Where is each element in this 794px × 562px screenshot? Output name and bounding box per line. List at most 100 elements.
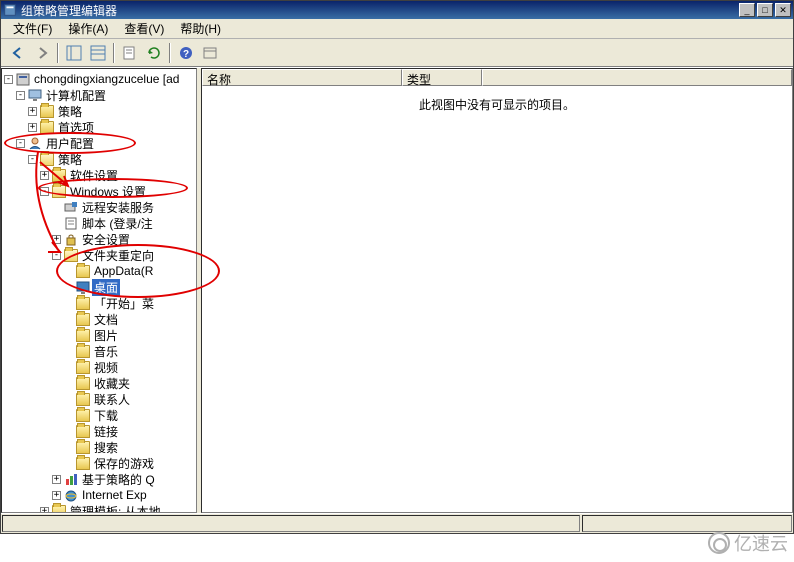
- tree-item[interactable]: 远程安装服务: [4, 199, 194, 215]
- expander-icon[interactable]: +: [40, 507, 49, 513]
- policy-icon: [16, 73, 30, 86]
- toolbar: ?: [1, 39, 793, 67]
- folder-icon: [76, 313, 90, 326]
- folder-icon: [76, 361, 90, 374]
- expander-icon[interactable]: -: [28, 155, 37, 164]
- minimize-button[interactable]: _: [739, 3, 755, 17]
- menu-action[interactable]: 操作(A): [60, 18, 116, 39]
- tree-user-config[interactable]: -用户配置: [4, 135, 194, 151]
- tree-item[interactable]: +管理模板: 从本地: [4, 503, 194, 512]
- show-tree-button[interactable]: [63, 42, 85, 64]
- titlebar: 组策略管理编辑器 _ □ ✕: [1, 1, 793, 19]
- folder-icon: [76, 409, 90, 422]
- script-icon: [64, 217, 78, 230]
- folder-icon: [52, 505, 66, 513]
- folder-icon: [40, 105, 54, 118]
- expander-icon[interactable]: -: [16, 139, 25, 148]
- menubar: 文件(F) 操作(A) 查看(V) 帮助(H): [1, 19, 793, 39]
- content-area: -chongdingxiangzucelue [ad -计算机配置 +策略 +首…: [1, 67, 793, 513]
- folder-icon: [76, 329, 90, 342]
- remote-icon: [64, 201, 78, 214]
- security-icon: [64, 233, 78, 246]
- folder-icon: [76, 265, 90, 278]
- tree-item[interactable]: 音乐: [4, 343, 194, 359]
- tree-computer-config[interactable]: -计算机配置: [4, 87, 194, 103]
- expander-icon[interactable]: -: [4, 75, 13, 84]
- tree-item[interactable]: +Internet Exp: [4, 487, 194, 503]
- tree-item[interactable]: +首选项: [4, 119, 194, 135]
- expander-icon[interactable]: +: [28, 107, 37, 116]
- tree-windows-settings[interactable]: -Windows 设置: [4, 183, 194, 199]
- qos-icon: [64, 473, 78, 486]
- tree-item[interactable]: 图片: [4, 327, 194, 343]
- main-window: 组策略管理编辑器 _ □ ✕ 文件(F) 操作(A) 查看(V) 帮助(H) ?…: [0, 0, 794, 534]
- tree-desktop[interactable]: 桌面: [4, 279, 194, 295]
- expander-icon[interactable]: +: [52, 235, 61, 244]
- expander-icon[interactable]: +: [52, 491, 61, 500]
- tree-icon: [66, 45, 82, 61]
- menu-file[interactable]: 文件(F): [5, 18, 60, 39]
- folder-open-icon: [40, 153, 54, 166]
- tree-item[interactable]: -策略: [4, 151, 194, 167]
- list-icon: [90, 45, 106, 61]
- back-button[interactable]: [7, 42, 29, 64]
- ie-icon: [64, 489, 78, 502]
- tree-view[interactable]: -chongdingxiangzucelue [ad -计算机配置 +策略 +首…: [2, 69, 196, 512]
- watermark: 亿速云: [708, 530, 788, 556]
- expander-icon[interactable]: +: [52, 475, 61, 484]
- expander-icon[interactable]: +: [28, 123, 37, 132]
- expander-icon[interactable]: -: [52, 251, 61, 260]
- properties-icon: [122, 45, 138, 61]
- tree-item[interactable]: +软件设置: [4, 167, 194, 183]
- help-icon: ?: [178, 45, 194, 61]
- tree-folder-redirect[interactable]: -文件夹重定向: [4, 247, 194, 263]
- help-button[interactable]: ?: [175, 42, 197, 64]
- folder-open-icon: [52, 185, 66, 198]
- folder-icon: [52, 169, 66, 182]
- refresh-button[interactable]: [143, 42, 165, 64]
- folder-icon: [40, 121, 54, 134]
- tree-item[interactable]: 联系人: [4, 391, 194, 407]
- tree-item[interactable]: 文档: [4, 311, 194, 327]
- expander-icon[interactable]: -: [40, 187, 49, 196]
- tree-pane: -chongdingxiangzucelue [ad -计算机配置 +策略 +首…: [1, 68, 197, 513]
- empty-message: 此视图中没有可显示的项目。: [419, 96, 575, 113]
- tree-item[interactable]: 搜索: [4, 439, 194, 455]
- tree-item[interactable]: +策略: [4, 103, 194, 119]
- tree-item[interactable]: AppData(R: [4, 263, 194, 279]
- expander-icon[interactable]: -: [16, 91, 25, 100]
- expander-icon[interactable]: +: [40, 171, 49, 180]
- folder-icon: [76, 345, 90, 358]
- menu-help[interactable]: 帮助(H): [172, 18, 229, 39]
- tree-item[interactable]: 收藏夹: [4, 375, 194, 391]
- tree-item[interactable]: 脚本 (登录/注: [4, 215, 194, 231]
- window-title: 组策略管理编辑器: [21, 2, 739, 19]
- list-button[interactable]: [87, 42, 109, 64]
- filter-button[interactable]: [199, 42, 221, 64]
- tree-item[interactable]: 「开始」菜: [4, 295, 194, 311]
- tree-item[interactable]: 保存的游戏: [4, 455, 194, 471]
- tree-item[interactable]: 视频: [4, 359, 194, 375]
- refresh-icon: [146, 45, 162, 61]
- tree-item[interactable]: +安全设置: [4, 231, 194, 247]
- maximize-button[interactable]: □: [757, 3, 773, 17]
- computer-icon: [28, 89, 42, 102]
- close-button[interactable]: ✕: [775, 3, 791, 17]
- desktop-icon: [76, 281, 90, 294]
- tree-item[interactable]: +基于策略的 Q: [4, 471, 194, 487]
- properties-button[interactable]: [119, 42, 141, 64]
- tree-item[interactable]: 下载: [4, 407, 194, 423]
- menu-view[interactable]: 查看(V): [116, 18, 172, 39]
- tree-scrollbar-h[interactable]: ◄►: [2, 512, 196, 513]
- col-type[interactable]: 类型: [402, 69, 482, 86]
- arrow-right-icon: [34, 45, 50, 61]
- tree-item[interactable]: 链接: [4, 423, 194, 439]
- col-spacer: [482, 69, 792, 86]
- folder-icon: [76, 425, 90, 438]
- col-name[interactable]: 名称: [202, 69, 402, 86]
- list-header: 名称 类型: [202, 69, 792, 86]
- list-pane: 名称 类型 此视图中没有可显示的项目。: [201, 68, 793, 513]
- tree-root[interactable]: -chongdingxiangzucelue [ad: [4, 71, 194, 87]
- forward-button[interactable]: [31, 42, 53, 64]
- folder-icon: [76, 377, 90, 390]
